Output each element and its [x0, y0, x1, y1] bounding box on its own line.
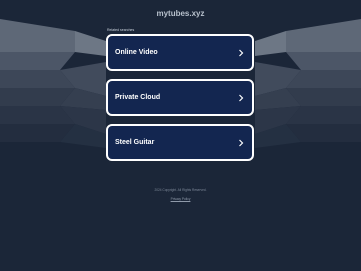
- result-label: Online Video: [115, 49, 158, 56]
- related-searches-label: Related searches: [107, 28, 135, 32]
- copyright-text: 2024 Copyright. All Rights Reserved.: [154, 188, 207, 192]
- result-label: Private Cloud: [115, 94, 161, 101]
- site-domain: mytubes.xyz: [156, 9, 205, 18]
- privacy-policy-container: Privacy Policy: [0, 197, 361, 201]
- chevron-right-icon: [235, 47, 247, 59]
- result-online-video[interactable]: Online Video: [106, 34, 254, 71]
- chevron-right-icon: [235, 92, 247, 104]
- chevron-right-icon: [235, 137, 247, 149]
- result-private-cloud[interactable]: Private Cloud: [106, 79, 254, 116]
- result-steel-guitar[interactable]: Steel Guitar: [106, 124, 254, 161]
- privacy-policy-link[interactable]: Privacy Policy: [171, 197, 191, 201]
- result-label: Steel Guitar: [115, 139, 155, 146]
